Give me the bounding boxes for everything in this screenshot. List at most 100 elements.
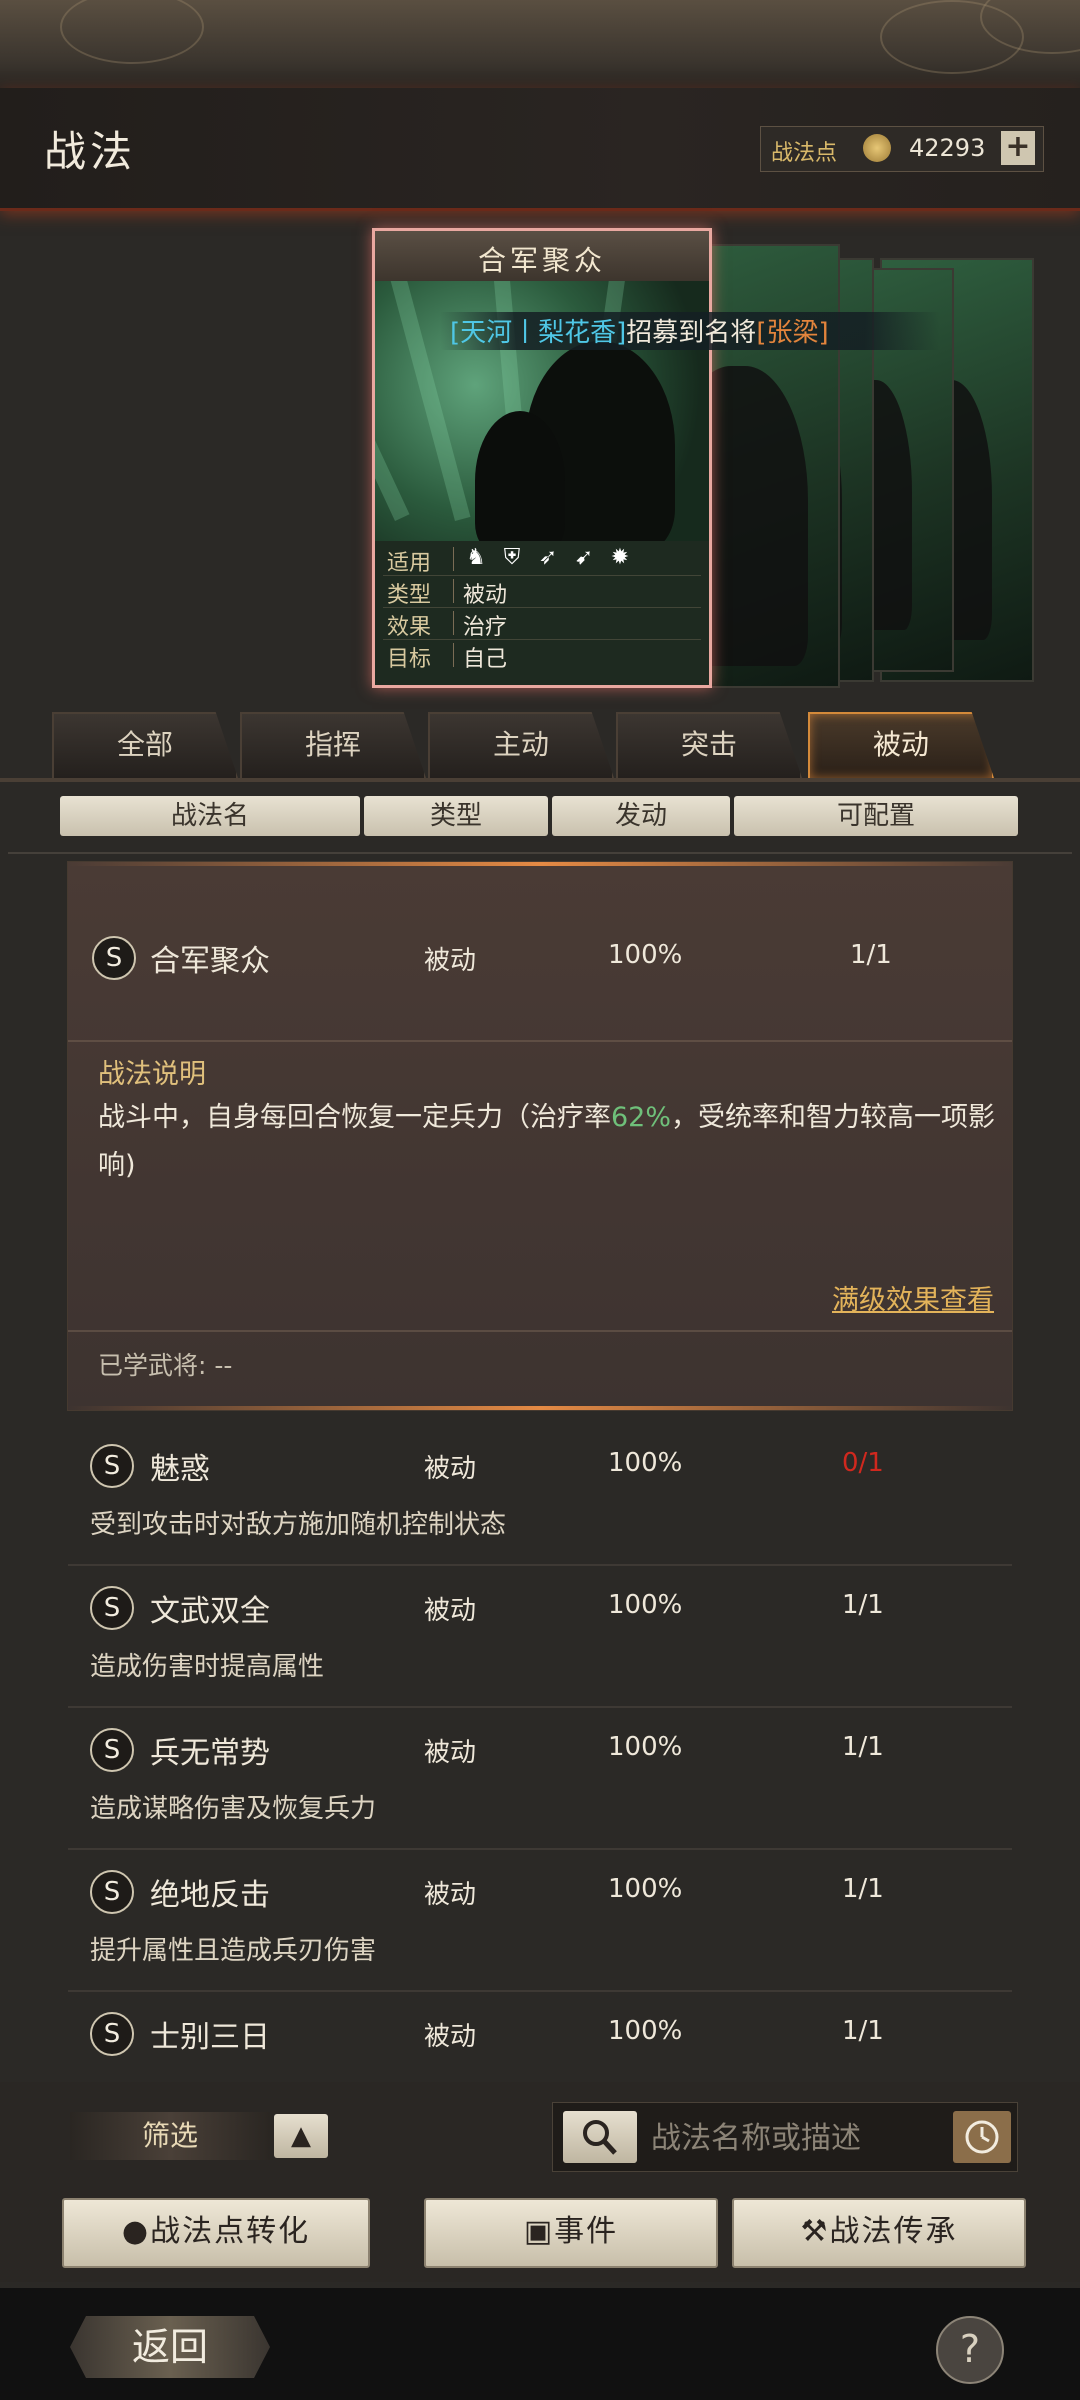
- info-row-apply: 适用 ♞ ⛨ ➶ ➹ ✹: [383, 543, 701, 576]
- description-text: 战斗中，自身每回合恢复一定兵力（治疗率62%，受统率和智力较高一项影响): [98, 1102, 996, 1181]
- shield-icon: ⛨: [503, 545, 521, 570]
- tactic-points-label: 战法点: [771, 141, 838, 166]
- bow-icon: ➶: [538, 545, 558, 570]
- row-glow: [68, 862, 1012, 866]
- column-header-rate[interactable]: 发动: [552, 796, 730, 836]
- divider: [68, 1330, 1012, 1332]
- divider: [68, 1040, 1012, 1042]
- tab-assault[interactable]: 突击: [616, 712, 802, 778]
- event-button[interactable]: ▣事件: [424, 2198, 718, 2268]
- applicable-troops: ♞ ⛨ ➶ ➹ ✹: [463, 545, 643, 571]
- wheel-icon: ✹: [610, 545, 630, 570]
- flame-icon: ●: [121, 2214, 151, 2249]
- filter-button[interactable]: 筛选: [70, 2112, 270, 2160]
- tactic-count: 1/1: [842, 1590, 884, 1620]
- top-decoration: [0, 0, 1080, 88]
- tactic-short-desc: 造成伤害时提高属性: [90, 1652, 325, 1682]
- tactic-rate: 100%: [608, 1874, 683, 1904]
- info-value: 治疗: [463, 615, 508, 640]
- info-row-target: 目标 自己: [383, 639, 701, 672]
- tactic-type: 被动: [424, 1454, 477, 1484]
- column-header-type[interactable]: 类型: [364, 796, 548, 836]
- info-key: 目标: [387, 647, 432, 672]
- learned-generals: 已学武将: --: [98, 1351, 233, 1380]
- tactic-rate: 100%: [608, 1448, 683, 1478]
- info-value: 自己: [463, 647, 508, 672]
- row-glow: [68, 1406, 1012, 1410]
- card-info-table: 适用 ♞ ⛨ ➶ ➹ ✹ 类型 被动 效果 治疗 目标 自己: [383, 543, 701, 679]
- tactic-count: 1/1: [850, 940, 892, 970]
- list-item[interactable]: S 文武双全 被动 100% 1/1 造成伤害时提高属性: [68, 1566, 1012, 1708]
- list-item[interactable]: S 兵无常势 被动 100% 1/1 造成谋略伤害及恢复兵力: [68, 1708, 1012, 1850]
- tactic-rate: 100%: [608, 940, 683, 970]
- card-title: 合军聚众: [477, 244, 606, 277]
- search-input[interactable]: [649, 2111, 953, 2165]
- recruit-event-name: [天河丨梨花香]: [450, 318, 627, 348]
- list-divider: [8, 852, 1072, 854]
- info-row-effect: 效果 治疗: [383, 607, 701, 640]
- category-tabs: 全部 指挥 主动 突击 被动: [52, 712, 998, 778]
- column-header-configurable[interactable]: 可配置: [734, 796, 1018, 836]
- column-header-name[interactable]: 战法名: [60, 796, 360, 836]
- tab-command[interactable]: 指挥: [240, 712, 426, 778]
- tactic-count: 1/1: [842, 1874, 884, 1904]
- filter-expand-button[interactable]: ▲: [274, 2114, 328, 2158]
- info-value: 被动: [463, 583, 508, 608]
- cavalry-icon: ♞: [466, 545, 486, 570]
- tactic-rate: 100%: [608, 2016, 683, 2046]
- s-rank-badge: S: [90, 1728, 134, 1772]
- event-icon: ▣: [523, 2214, 555, 2249]
- s-rank-badge: S: [90, 1586, 134, 1630]
- search-icon[interactable]: [563, 2111, 637, 2163]
- description-title: 战法说明: [98, 1059, 206, 1090]
- tactic-type: 被动: [424, 1880, 477, 1910]
- s-rank-badge: S: [92, 936, 136, 980]
- tab-passive[interactable]: 被动: [808, 712, 994, 778]
- info-row-type: 类型 被动: [383, 575, 701, 608]
- spear-icon: ➹: [574, 545, 594, 570]
- recruit-announcement-banner: [天河丨梨花香]招募到名将[张梁]: [440, 312, 940, 350]
- add-points-button[interactable]: +: [1001, 131, 1035, 165]
- tactic-short-desc: 造成谋略伤害及恢复兵力: [90, 1794, 377, 1824]
- expanded-tactic-row[interactable]: S 合军聚众 被动 100% 1/1 战法说明 战斗中，自身每回合恢复一定兵力（…: [68, 862, 1012, 1410]
- tab-all[interactable]: 全部: [52, 712, 238, 778]
- s-rank-badge: S: [90, 1870, 134, 1914]
- inherit-tactic-label: 战法传承: [829, 2214, 958, 2249]
- tactic-card-carousel[interactable]: 合军聚众 适用 ♞ ⛨ ➶ ➹ ✹ 类型 被动 效果 治疗 目标 自己: [0, 208, 1080, 688]
- list-item[interactable]: S 魅惑 被动 100% 0/1 受到攻击时对敌方施加随机控制状态: [68, 1424, 1012, 1566]
- tactic-type: 被动: [424, 946, 477, 976]
- tactic-type: 被动: [424, 2022, 477, 2052]
- tactic-rate: 100%: [608, 1732, 683, 1762]
- info-key: 类型: [387, 583, 432, 608]
- back-button[interactable]: 返回: [70, 2316, 270, 2378]
- list-item[interactable]: S 士别三日 被动 100% 1/1: [68, 1992, 1012, 2082]
- tactic-point-coin-icon: [863, 134, 891, 162]
- s-rank-badge: S: [90, 2012, 134, 2056]
- inherit-tactic-button[interactable]: ⚒战法传承: [732, 2198, 1026, 2268]
- tactic-points-value: 42293: [909, 134, 986, 162]
- tactic-type: 被动: [424, 1738, 477, 1768]
- tactic-name: 兵无常势: [150, 1736, 270, 1771]
- convert-points-label: 战法点转化: [150, 2214, 311, 2249]
- page-title: 战法: [44, 127, 137, 176]
- tactic-name: 文武双全: [150, 1594, 270, 1629]
- recruit-text: 招募到名将: [626, 318, 757, 348]
- tactic-name: 士别三日: [150, 2020, 270, 2055]
- tactic-count: 1/1: [842, 1732, 884, 1762]
- recruit-general-name: [张梁]: [756, 318, 829, 348]
- header-bar: 战法 战法点 42293 +: [0, 88, 1080, 211]
- tactic-short-desc: 提升属性且造成兵刃伤害: [90, 1936, 377, 1966]
- hammer-icon: ⚒: [800, 2214, 830, 2249]
- soldier-silhouette: [475, 411, 565, 541]
- help-icon[interactable]: ?: [936, 2316, 1004, 2384]
- list-item[interactable]: S 绝地反击 被动 100% 1/1 提升属性且造成兵刃伤害: [68, 1850, 1012, 1992]
- tactic-points-box: 战法点 42293 +: [760, 126, 1044, 172]
- clock-icon[interactable]: [953, 2111, 1011, 2163]
- info-key: 效果: [387, 615, 432, 640]
- convert-points-button[interactable]: ●战法点转化: [62, 2198, 370, 2268]
- selected-tactic-card[interactable]: 合军聚众 适用 ♞ ⛨ ➶ ➹ ✹ 类型 被动 效果 治疗 目标 自己: [372, 228, 712, 688]
- max-level-effect-link[interactable]: 满级效果查看: [832, 1278, 994, 1317]
- tab-active[interactable]: 主动: [428, 712, 614, 778]
- tactic-name: 绝地反击: [150, 1878, 270, 1913]
- tactic-rate: 100%: [608, 1590, 683, 1620]
